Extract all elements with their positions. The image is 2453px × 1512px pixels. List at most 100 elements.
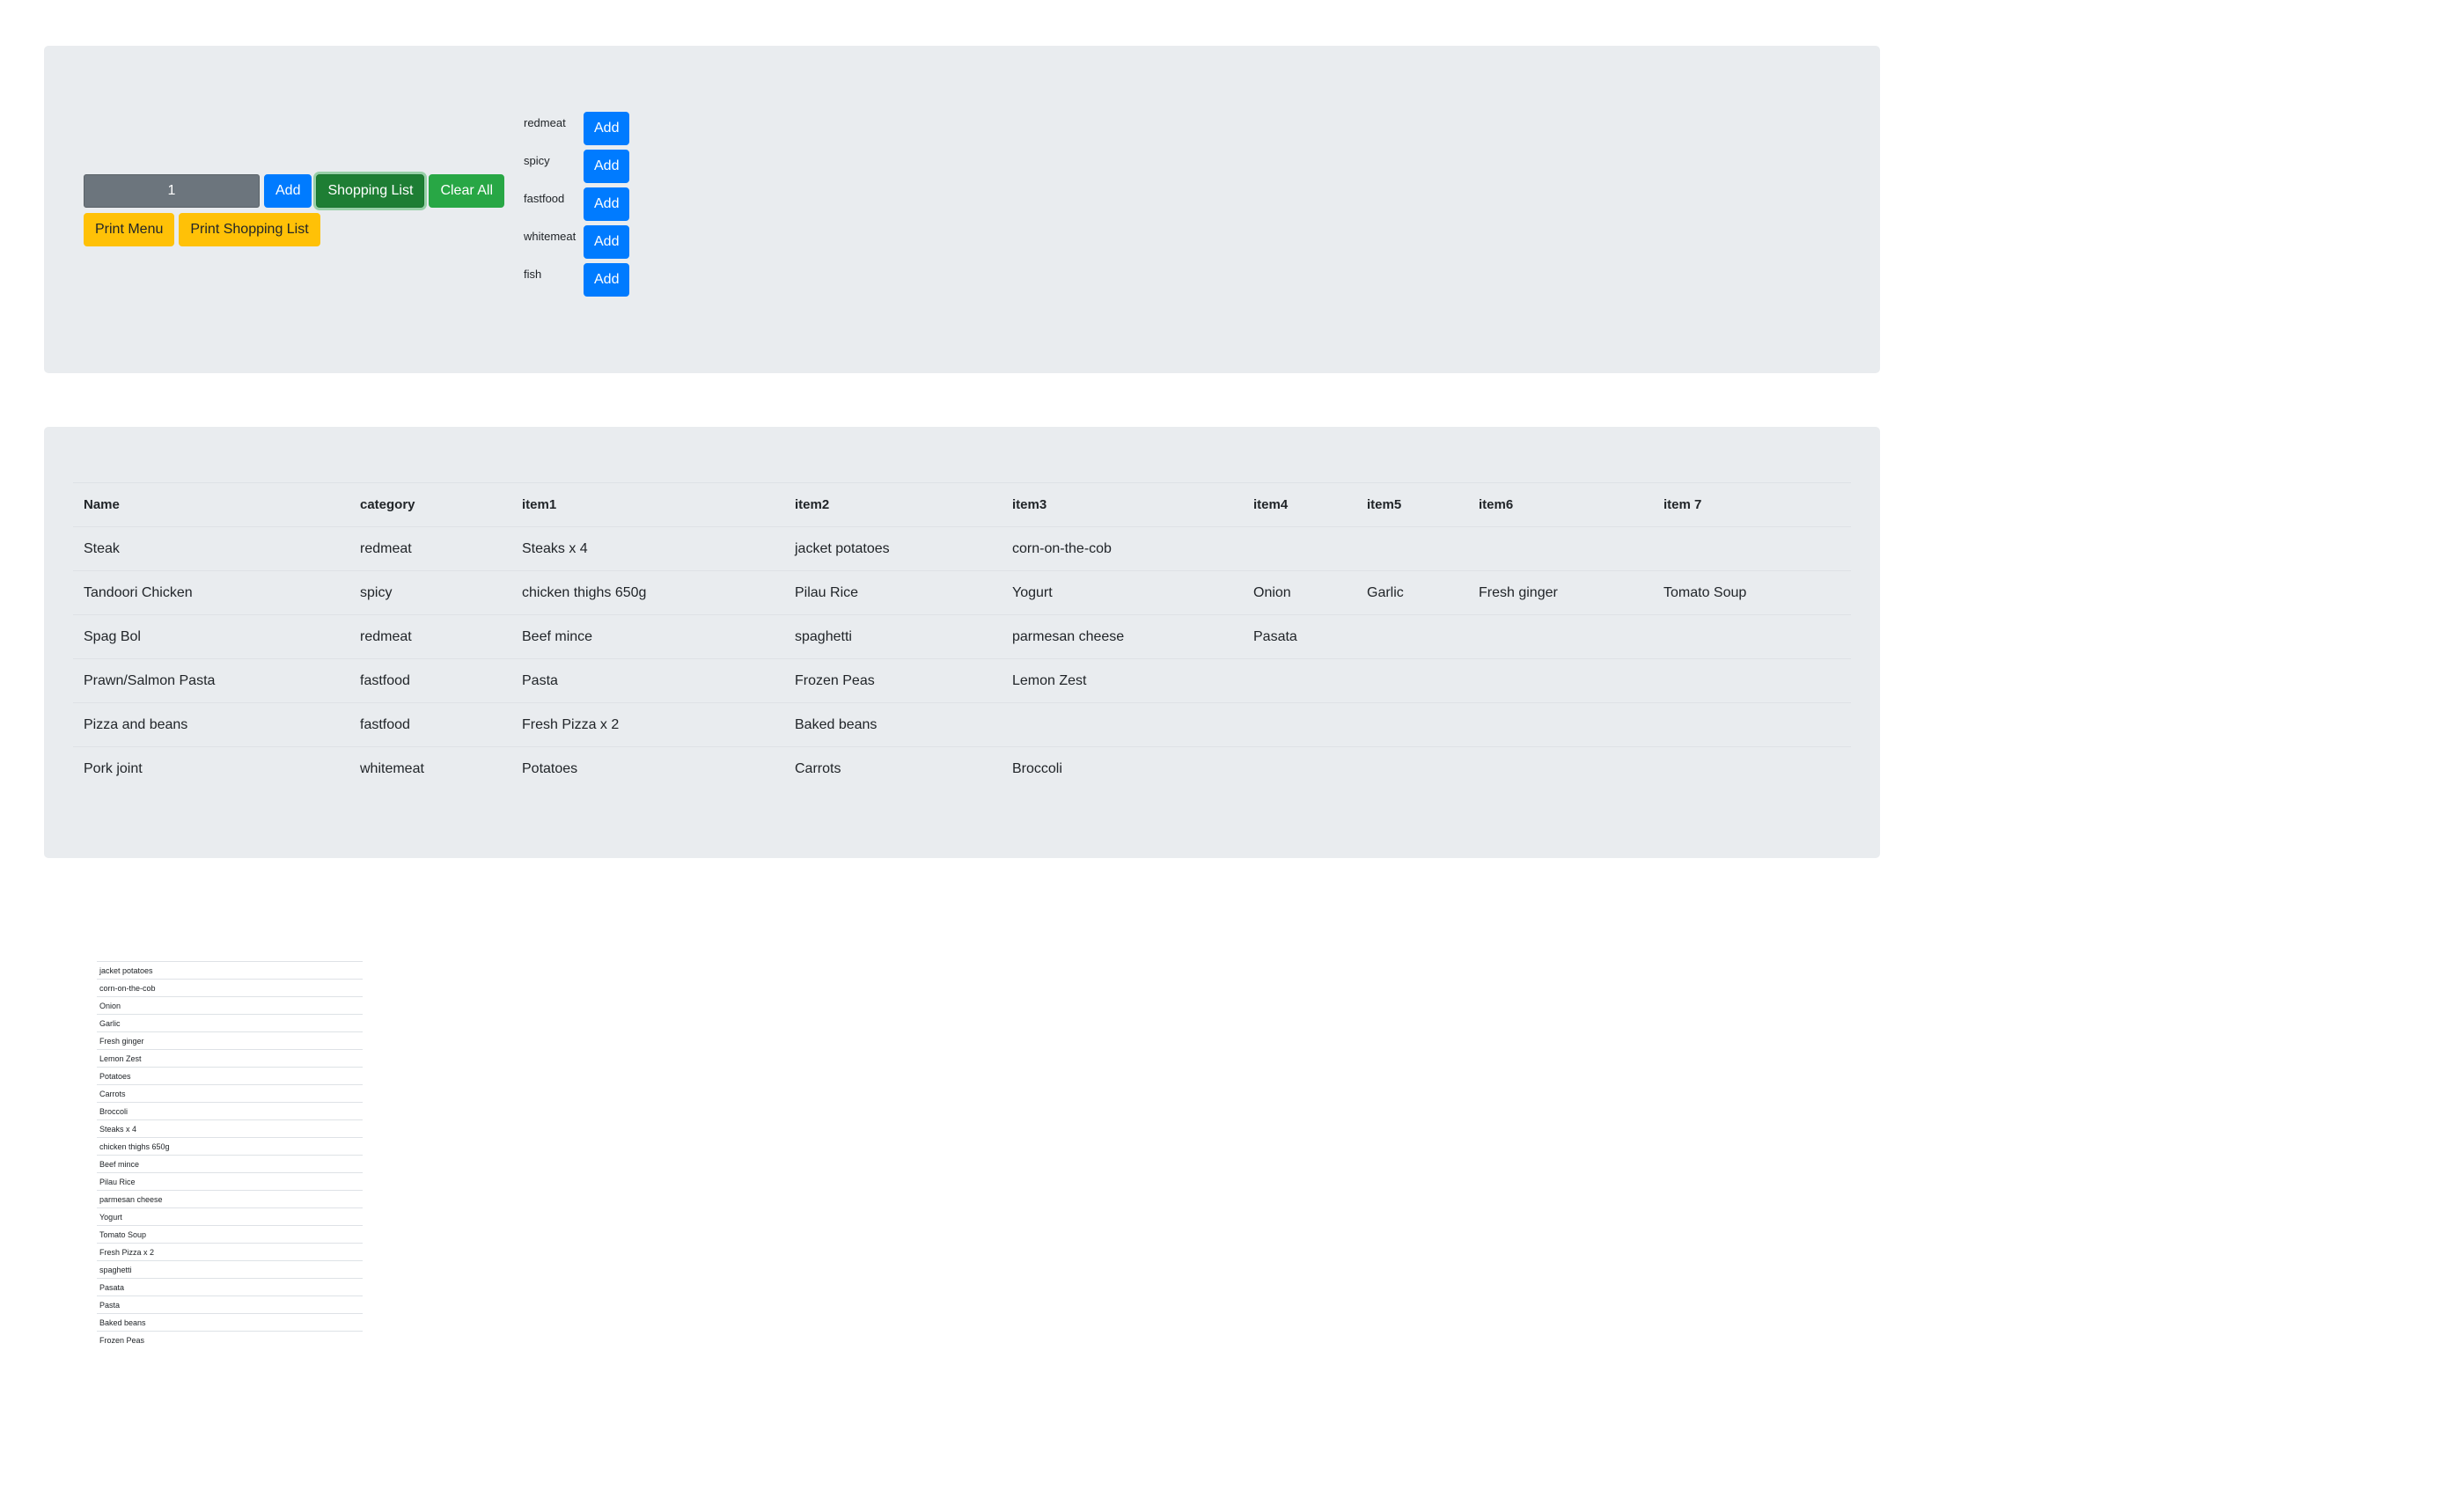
list-item: Carrots	[97, 1084, 363, 1103]
controls-row-2: Print Menu Print Shopping List	[84, 213, 504, 246]
table-cell: fastfood	[349, 658, 511, 703]
controls-group: 1 Add Shopping List Clear All Print Menu…	[84, 174, 505, 252]
list-item: Lemon Zest	[97, 1049, 363, 1068]
quantity-input[interactable]: 1	[84, 174, 260, 208]
table-cell: Baked beans	[784, 702, 1002, 747]
table-cell	[1653, 746, 1851, 790]
list-item: Garlic	[97, 1014, 363, 1032]
list-item-text: Fresh ginger	[97, 1031, 363, 1050]
table-cell	[1356, 658, 1468, 703]
list-item: Steaks x 4	[97, 1119, 363, 1138]
table-cell: spaghetti	[784, 614, 1002, 659]
table-cell: Potatoes	[511, 746, 784, 790]
shopping-list-table: jacket potatoes corn-on-the-cob Onion Ga…	[97, 961, 363, 1348]
add-fish-button[interactable]: Add	[584, 263, 630, 297]
list-item: Broccoli	[97, 1102, 363, 1120]
control-panel: 1 Add Shopping List Clear All Print Menu…	[44, 46, 1880, 373]
column-header: item5	[1356, 482, 1468, 527]
column-header: category	[349, 482, 511, 527]
list-item: Fresh ginger	[97, 1031, 363, 1050]
table-cell: Fresh Pizza x 2	[511, 702, 784, 747]
table-cell: chicken thighs 650g	[511, 570, 784, 615]
list-item: corn-on-the-cob	[97, 979, 363, 997]
category-label: fastfood	[524, 192, 565, 205]
table-cell: Tomato Soup	[1653, 570, 1851, 615]
table-cell: Pasata	[1243, 614, 1356, 659]
table-row: Spag Bol redmeat Beef mince spaghetti pa…	[73, 614, 1851, 659]
list-item-text: Fresh Pizza x 2	[97, 1243, 363, 1261]
list-item-text: Frozen Peas	[97, 1331, 363, 1348]
table-cell	[1653, 702, 1851, 747]
list-item-text: Lemon Zest	[97, 1049, 363, 1068]
table-row: Prawn/Salmon Pasta fastfood Pasta Frozen…	[73, 658, 1851, 703]
list-item: jacket potatoes	[97, 961, 363, 980]
table-cell: Tandoori Chicken	[73, 570, 349, 615]
table-cell	[1243, 526, 1356, 571]
list-item-text: Tomato Soup	[97, 1225, 363, 1244]
category-list: redmeat Add spicy Add fastfood Add white…	[524, 112, 630, 301]
table-cell: whitemeat	[349, 746, 511, 790]
add-button[interactable]: Add	[264, 174, 312, 208]
table-cell: Pilau Rice	[784, 570, 1002, 615]
table-cell: Yogurt	[1002, 570, 1243, 615]
list-item-text: Pasata	[97, 1278, 363, 1296]
list-item: Beef mince	[97, 1155, 363, 1173]
table-cell	[1356, 702, 1468, 747]
table-cell: spicy	[349, 570, 511, 615]
column-header: item6	[1468, 482, 1653, 527]
add-whitemeat-button[interactable]: Add	[584, 225, 630, 259]
table-cell: Pork joint	[73, 746, 349, 790]
table-cell: corn-on-the-cob	[1002, 526, 1243, 571]
table-cell	[1468, 658, 1653, 703]
list-item: Yogurt	[97, 1207, 363, 1226]
table-cell	[1468, 614, 1653, 659]
add-redmeat-button[interactable]: Add	[584, 112, 630, 145]
table-cell: Spag Bol	[73, 614, 349, 659]
list-item: parmesan cheese	[97, 1190, 363, 1208]
list-item: spaghetti	[97, 1260, 363, 1279]
menu-table: Name category item1 item2 item3 item4 it…	[73, 482, 1851, 790]
table-cell: Frozen Peas	[784, 658, 1002, 703]
table-row: Pizza and beans fastfood Fresh Pizza x 2…	[73, 702, 1851, 747]
list-item-text: Beef mince	[97, 1155, 363, 1173]
list-item-text: Carrots	[97, 1084, 363, 1103]
category-row-redmeat: redmeat Add	[524, 112, 630, 150]
print-shopping-list-button[interactable]: Print Shopping List	[179, 213, 320, 246]
menu-panel: Name category item1 item2 item3 item4 it…	[44, 427, 1880, 858]
table-cell: Beef mince	[511, 614, 784, 659]
table-row: Steak redmeat Steaks x 4 jacket potatoes…	[73, 526, 1851, 571]
list-item: Fresh Pizza x 2	[97, 1243, 363, 1261]
clear-all-button[interactable]: Clear All	[429, 174, 505, 208]
list-item: Pasta	[97, 1295, 363, 1314]
table-cell: Steaks x 4	[511, 526, 784, 571]
table-cell	[1356, 746, 1468, 790]
table-cell	[1243, 746, 1356, 790]
print-menu-button[interactable]: Print Menu	[84, 213, 175, 246]
table-cell: Pizza and beans	[73, 702, 349, 747]
list-item: Pilau Rice	[97, 1172, 363, 1191]
list-item-text: Onion	[97, 996, 363, 1015]
list-item-text: Garlic	[97, 1014, 363, 1032]
list-item-text: Pasta	[97, 1295, 363, 1314]
table-cell: Carrots	[784, 746, 1002, 790]
list-item: Tomato Soup	[97, 1225, 363, 1244]
table-cell	[1468, 746, 1653, 790]
table-cell	[1356, 526, 1468, 571]
table-cell	[1653, 526, 1851, 571]
category-label: whitemeat	[524, 230, 577, 243]
shopping-list-button[interactable]: Shopping List	[316, 174, 425, 208]
add-fastfood-button[interactable]: Add	[584, 187, 630, 221]
add-spicy-button[interactable]: Add	[584, 150, 630, 183]
list-item-text: Yogurt	[97, 1207, 363, 1226]
table-cell: redmeat	[349, 526, 511, 571]
table-cell: Onion	[1243, 570, 1356, 615]
category-row-spicy: spicy Add	[524, 150, 630, 187]
table-cell: Broccoli	[1002, 746, 1243, 790]
table-cell	[1468, 702, 1653, 747]
list-item: Onion	[97, 996, 363, 1015]
list-item-text: Steaks x 4	[97, 1119, 363, 1138]
list-item-text: Pilau Rice	[97, 1172, 363, 1191]
table-cell: Garlic	[1356, 570, 1468, 615]
list-item: Baked beans	[97, 1313, 363, 1332]
table-cell: Lemon Zest	[1002, 658, 1243, 703]
